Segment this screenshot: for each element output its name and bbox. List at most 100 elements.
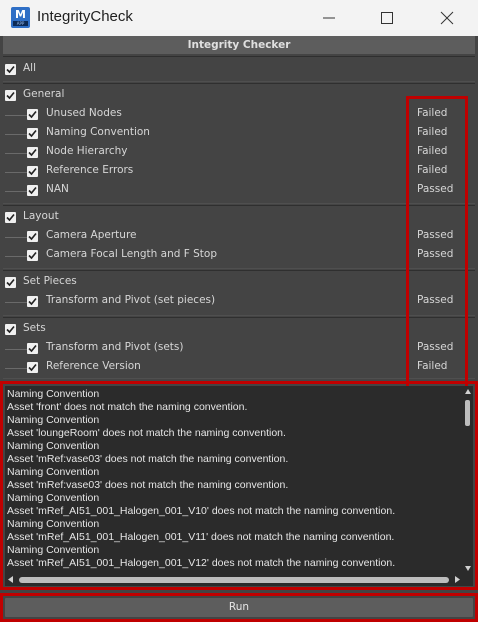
app-icon-letter: M xyxy=(15,8,26,21)
layout-checkbox[interactable] xyxy=(5,212,16,223)
run-button[interactable]: Run xyxy=(5,598,473,617)
status-text: Passed xyxy=(417,341,454,353)
scroll-right-arrow-icon[interactable] xyxy=(455,576,460,583)
status-text: Failed xyxy=(417,126,448,138)
checkmark-icon xyxy=(28,110,37,119)
log-line: Naming Convention xyxy=(7,544,100,556)
check-item-reference-version[interactable]: Reference Version Failed xyxy=(3,358,475,377)
tree-connector xyxy=(5,302,27,303)
maya-app-icon: M APP xyxy=(11,7,30,28)
item-label: Reference Version xyxy=(46,360,141,372)
item-checkbox[interactable] xyxy=(27,128,38,139)
panel-header: Integrity Checker xyxy=(3,36,475,54)
group-label: Set Pieces xyxy=(23,275,77,287)
group-header-set-pieces[interactable]: Set Pieces xyxy=(3,273,475,292)
vertical-scrollbar[interactable] xyxy=(463,386,473,574)
close-button[interactable] xyxy=(418,0,476,36)
item-checkbox[interactable] xyxy=(27,362,38,373)
group-header-layout[interactable]: Layout xyxy=(3,208,475,227)
checkmark-icon xyxy=(28,363,37,372)
checkmark-icon xyxy=(6,65,15,74)
minimize-button[interactable] xyxy=(300,0,358,36)
group-layout: Layout Camera Aperture Passed Camera Foc… xyxy=(3,205,475,269)
checkmark-icon xyxy=(6,213,15,222)
checkmark-icon xyxy=(28,148,37,157)
status-text: Passed xyxy=(417,229,454,241)
checkmark-icon xyxy=(28,297,37,306)
log-highlight: Naming Convention Asset 'front' does not… xyxy=(0,381,478,590)
tree-connector xyxy=(5,172,27,173)
tree-connector xyxy=(5,153,27,154)
item-checkbox[interactable] xyxy=(27,343,38,354)
checkmark-icon xyxy=(6,325,15,334)
item-checkbox[interactable] xyxy=(27,185,38,196)
log-line: Naming Convention xyxy=(7,492,100,504)
horizontal-scrollbar[interactable] xyxy=(5,574,463,586)
item-checkbox[interactable] xyxy=(27,231,38,242)
check-item-unused-nodes[interactable]: Unused Nodes Failed xyxy=(3,105,475,124)
sets-checkbox[interactable] xyxy=(5,324,16,335)
vertical-scroll-thumb[interactable] xyxy=(465,400,470,426)
app-icon-sub: APP xyxy=(13,21,28,26)
checkmark-icon xyxy=(28,129,37,138)
log-line: Asset 'mRef_AI51_001_Halogen_001_V10' do… xyxy=(7,505,396,517)
item-label: Camera Aperture xyxy=(46,229,137,241)
status-text: Failed xyxy=(417,107,448,119)
group-general: General Unused Nodes Failed Naming Conve… xyxy=(3,83,475,204)
checkmark-icon xyxy=(6,91,15,100)
window-title: IntegrityCheck xyxy=(37,8,133,25)
group-sets: Sets Transform and Pivot (sets) Passed R… xyxy=(3,317,475,379)
group-set-pieces: Set Pieces Transform and Pivot (set piec… xyxy=(3,270,475,316)
check-item-transform-pivot-sets[interactable]: Transform and Pivot (sets) Passed xyxy=(3,339,475,358)
tree-connector xyxy=(5,349,27,350)
item-checkbox[interactable] xyxy=(27,109,38,120)
check-item-naming-convention[interactable]: Naming Convention Failed xyxy=(3,124,475,143)
checkmark-icon xyxy=(28,167,37,176)
item-label: Transform and Pivot (sets) xyxy=(46,341,184,353)
log-output[interactable]: Naming Convention Asset 'front' does not… xyxy=(5,386,473,586)
check-item-node-hierarchy[interactable]: Node Hierarchy Failed xyxy=(3,143,475,162)
group-header-general[interactable]: General xyxy=(3,86,475,105)
tree-connector xyxy=(5,368,27,369)
status-text: Failed xyxy=(417,145,448,157)
checkmark-icon xyxy=(28,186,37,195)
status-text: Passed xyxy=(417,248,454,260)
log-line: Naming Convention xyxy=(7,518,100,530)
checkmark-icon xyxy=(28,344,37,353)
tree-connector xyxy=(5,134,27,135)
log-line: Asset 'mRef_AI51_001_Halogen_001_V11' do… xyxy=(7,531,395,543)
item-checkbox[interactable] xyxy=(27,147,38,158)
general-checkbox[interactable] xyxy=(5,90,16,101)
item-checkbox[interactable] xyxy=(27,296,38,307)
check-item-reference-errors[interactable]: Reference Errors Failed xyxy=(3,162,475,181)
log-line: Naming Convention xyxy=(7,388,100,400)
item-label: Camera Focal Length and F Stop xyxy=(46,248,217,260)
log-line: Asset 'front' does not match the naming … xyxy=(7,401,248,413)
log-line: Naming Convention xyxy=(7,466,100,478)
log-line: Naming Convention xyxy=(7,414,100,426)
all-frame: All xyxy=(3,56,475,82)
checkmark-icon xyxy=(6,278,15,287)
maximize-button[interactable] xyxy=(358,0,416,36)
check-item-nan[interactable]: NAN Passed xyxy=(3,181,475,200)
scroll-left-arrow-icon[interactable] xyxy=(8,576,13,583)
tree-connector xyxy=(5,115,27,116)
all-checkbox[interactable] xyxy=(5,64,16,75)
all-row[interactable]: All xyxy=(3,60,475,79)
check-item-camera-aperture[interactable]: Camera Aperture Passed xyxy=(3,227,475,246)
group-label: Sets xyxy=(23,322,46,334)
integrity-checker-panel: Integrity Checker All General Unused Nod… xyxy=(0,36,478,622)
scroll-down-arrow-icon[interactable] xyxy=(465,566,471,571)
item-label: Node Hierarchy xyxy=(46,145,128,157)
set-pieces-checkbox[interactable] xyxy=(5,277,16,288)
window-titlebar[interactable]: M APP IntegrityCheck xyxy=(0,0,478,36)
group-header-sets[interactable]: Sets xyxy=(3,320,475,339)
scroll-up-arrow-icon[interactable] xyxy=(465,389,471,394)
maximize-icon xyxy=(381,12,393,24)
status-text: Failed xyxy=(417,164,448,176)
item-checkbox[interactable] xyxy=(27,250,38,261)
item-checkbox[interactable] xyxy=(27,166,38,177)
check-item-transform-pivot-set-pieces[interactable]: Transform and Pivot (set pieces) Passed xyxy=(3,292,475,311)
check-item-camera-focal-length[interactable]: Camera Focal Length and F Stop Passed xyxy=(3,246,475,265)
horizontal-scroll-thumb[interactable] xyxy=(19,577,449,583)
